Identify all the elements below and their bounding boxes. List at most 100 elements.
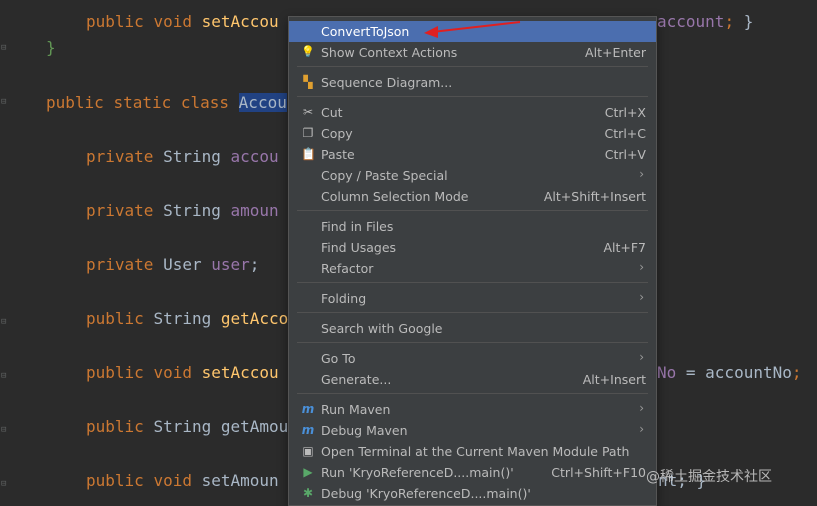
annotation-arrow: [424, 21, 521, 38]
code-token: String: [153, 417, 221, 436]
code-token: public: [86, 12, 154, 31]
code-token: String: [153, 309, 221, 328]
menu-item-cut[interactable]: ✂ Cut Ctrl+X: [289, 102, 656, 123]
menu-item-label: Sequence Diagram...: [321, 75, 453, 90]
menu-item-label: Open Terminal at the Current Maven Modul…: [321, 444, 630, 459]
code-token: setAmoun: [201, 471, 279, 490]
menu-item-label: Debug Maven: [321, 423, 408, 438]
code-token: void: [153, 363, 202, 382]
menu-item-find-usages[interactable]: Find Usages Alt+F7: [289, 237, 656, 258]
menu-item-folding[interactable]: Folding ›: [289, 288, 656, 309]
menu-separator: [297, 96, 648, 97]
code-token: Accou: [238, 93, 287, 112]
code-token: class: [180, 93, 239, 112]
menu-separator: [297, 66, 648, 67]
menu-item-run-maven[interactable]: m Run Maven ›: [289, 399, 656, 420]
fold-marker[interactable]: ⊟: [1, 372, 9, 381]
menu-item-label: Run 'KryoReferenceD....main()': [321, 465, 514, 480]
terminal-icon: ▣: [302, 444, 314, 458]
code-tail: account; }: [657, 12, 754, 31]
submenu-arrow-icon: ›: [639, 350, 644, 364]
menu-item-search-with-google[interactable]: Search with Google: [289, 318, 656, 339]
menu-item-label: Cut: [321, 105, 343, 120]
clipboard-icon: 📋: [301, 147, 316, 161]
menu-item-shortcut: Ctrl+C: [604, 126, 646, 141]
menu-item-paste[interactable]: 📋 Paste Ctrl+V: [289, 144, 656, 165]
menu-item-run-main[interactable]: ▶ Run 'KryoReferenceD....main()' Ctrl+Shif…: [289, 462, 656, 483]
menu-item-label: Debug 'KryoReferenceD....main()': [321, 486, 531, 501]
menu-item-generate[interactable]: Generate... Alt+Insert: [289, 369, 656, 390]
maven-icon: m: [301, 402, 315, 416]
code-token: private: [86, 201, 164, 220]
menu-item-label: Find Usages: [321, 240, 397, 255]
code-token: private: [86, 255, 164, 274]
code-line[interactable]: public void setAmoun: [86, 471, 279, 491]
menu-item-label: Find in Files: [321, 219, 394, 234]
debug-icon: ✱: [302, 486, 314, 500]
code-token: user: [211, 255, 250, 274]
code-token: accou: [230, 147, 279, 166]
menu-item-open-terminal[interactable]: ▣ Open Terminal at the Current Maven Modu…: [289, 441, 656, 462]
menu-item-shortcut: Ctrl+Shift+F10: [551, 465, 646, 480]
code-token: public: [46, 93, 114, 112]
menu-separator: [297, 342, 648, 343]
code-token: User: [163, 255, 212, 274]
submenu-arrow-icon: ›: [639, 260, 644, 274]
submenu-arrow-icon: ›: [639, 167, 644, 181]
fold-marker[interactable]: ⊟: [1, 98, 9, 107]
menu-item-column-selection-mode[interactable]: Column Selection Mode Alt+Shift+Insert: [289, 186, 656, 207]
code-line[interactable]: private String accou: [86, 147, 279, 167]
menu-item-copy[interactable]: ❐ Copy Ctrl+C: [289, 123, 656, 144]
code-token: static: [113, 93, 181, 112]
menu-item-copy-paste-special[interactable]: Copy / Paste Special ›: [289, 165, 656, 186]
fold-marker[interactable]: ⊟: [1, 480, 9, 489]
code-line[interactable]: public static class Accou: [46, 93, 287, 113]
fold-marker[interactable]: ⊟: [1, 426, 9, 435]
code-token: }: [46, 38, 56, 57]
menu-separator: [297, 282, 648, 283]
menu-item-label: Folding: [321, 291, 367, 306]
code-line[interactable]: public void setAccou: [86, 12, 279, 32]
code-token: setAccou: [201, 12, 279, 31]
maven-icon: m: [301, 423, 315, 437]
fold-marker[interactable]: ⊟: [1, 44, 9, 53]
menu-item-shortcut: Alt+F7: [603, 240, 646, 255]
menu-item-shortcut: Ctrl+X: [604, 105, 646, 120]
code-line[interactable]: private User user;: [86, 255, 259, 275]
menu-item-refactor[interactable]: Refactor ›: [289, 258, 656, 279]
menu-item-label: Search with Google: [321, 321, 443, 336]
menu-item-shortcut: Ctrl+V: [604, 147, 646, 162]
code-token: String: [163, 147, 231, 166]
menu-item-label: Refactor: [321, 261, 374, 276]
code-token: String: [163, 201, 231, 220]
menu-separator: [297, 312, 648, 313]
code-line[interactable]: public String getAcco: [86, 309, 288, 329]
code-line[interactable]: }: [46, 38, 56, 58]
menu-item-shortcut: Alt+Enter: [585, 45, 646, 60]
code-token: public: [86, 309, 154, 328]
menu-item-label: Run Maven: [321, 402, 391, 417]
menu-item-label: Copy / Paste Special: [321, 168, 448, 183]
submenu-arrow-icon: ›: [639, 290, 644, 304]
menu-item-label: Show Context Actions: [321, 45, 458, 60]
menu-item-show-context-actions[interactable]: 💡 Show Context Actions Alt+Enter: [289, 42, 656, 63]
context-menu: ConvertToJson 💡 Show Context Actions Alt+En…: [288, 16, 657, 506]
menu-separator: [297, 393, 648, 394]
menu-item-debug-maven[interactable]: m Debug Maven ›: [289, 420, 656, 441]
code-line[interactable]: public void setAccou: [86, 363, 279, 383]
watermark: @稀土掘金技术社区: [646, 469, 772, 485]
menu-item-label: ConvertToJson: [321, 24, 410, 39]
code-line[interactable]: public String getAmou: [86, 417, 288, 437]
fold-marker[interactable]: ⊟: [1, 318, 9, 327]
menu-item-debug-main[interactable]: ✱ Debug 'KryoReferenceD....main()': [289, 483, 656, 504]
code-token: void: [153, 471, 202, 490]
copy-icon: ❐: [302, 126, 314, 140]
menu-item-go-to[interactable]: Go To ›: [289, 348, 656, 369]
menu-item-sequence-diagram[interactable]: ▚ Sequence Diagram...: [289, 72, 656, 93]
submenu-arrow-icon: ›: [639, 422, 644, 436]
menu-item-find-in-files[interactable]: Find in Files: [289, 216, 656, 237]
code-line[interactable]: private String amoun: [86, 201, 279, 221]
menu-item-label: Column Selection Mode: [321, 189, 469, 204]
menu-item-label: Go To: [321, 351, 356, 366]
scissors-icon: ✂: [302, 105, 314, 119]
